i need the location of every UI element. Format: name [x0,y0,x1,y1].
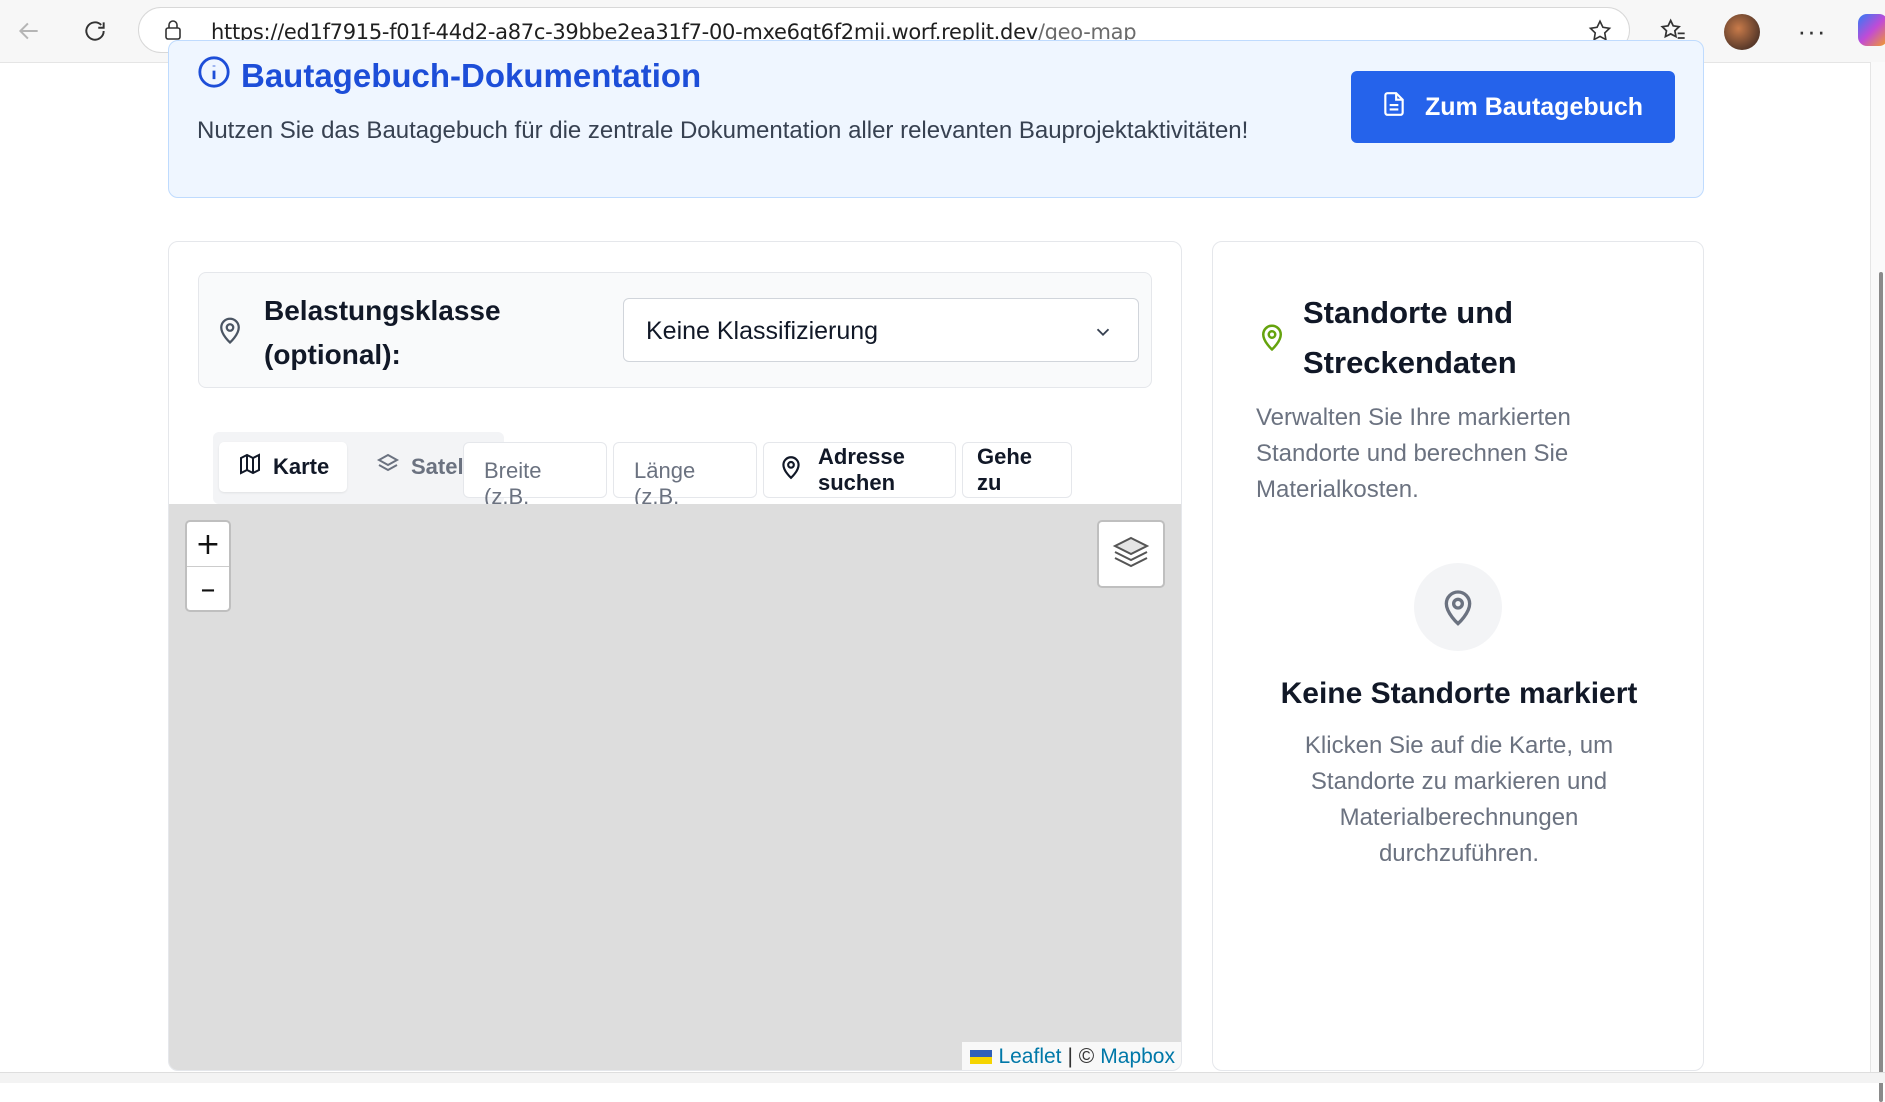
empty-state-title: Keine Standorte markiert [1280,677,1638,710]
banner-title: Bautagebuch-Dokumentation [197,55,701,97]
bautagebuch-banner: Bautagebuch-Dokumentation Nutzen Sie das… [168,40,1704,198]
attribution-separator: | © [1067,1045,1095,1068]
address-search-label: Adresse suchen [818,444,905,495]
map-attribution: Leaflet | © Mapbox [962,1042,1181,1070]
open-bautagebuch-button[interactable]: Zum Bautagebuch [1351,71,1675,143]
zoom-in-button[interactable]: + [187,522,229,567]
page-scrollbar[interactable] [1870,62,1885,1102]
mapbox-link[interactable]: Mapbox [1100,1045,1175,1069]
locations-description: Verwalten Sie Ihre markierten Standorte … [1256,404,1571,503]
classification-selected-value: Keine Klassifizierung [646,317,879,345]
map-canvas[interactable]: + – Leaflet | © Mapbox [169,504,1181,1070]
address-search-button[interactable]: Adresse suchen [763,442,956,498]
locations-title: Standorte und Streckendaten [1303,295,1517,380]
map-type-toggle: Karte Satellit [213,432,504,504]
map-pin-icon [215,313,245,352]
map-card: Belastungsklasse (optional): Keine Klass… [168,241,1182,1071]
open-bautagebuch-label: Zum Bautagebuch [1425,92,1644,121]
info-icon [197,55,231,97]
profile-avatar[interactable] [1724,14,1760,50]
tab-karte[interactable]: Karte [219,442,348,492]
banner-text: Nutzen Sie das Bautagebuch für die zentr… [197,117,1249,144]
goto-label: Gehe zu [977,444,1033,495]
map-pin-icon [1257,320,1287,359]
more-icon[interactable]: ··· [1795,14,1829,48]
map-pin-icon [778,453,804,487]
banner-title-text: Bautagebuch-Dokumentation [241,57,702,94]
ukraine-flag-icon [970,1050,993,1064]
layer-switcher-button[interactable] [1097,520,1165,588]
back-icon[interactable] [12,14,46,48]
copilot-icon[interactable] [1858,14,1885,46]
map-toolbar: Karte Satellit Breite (z.B. Länge (z.B. … [213,432,1181,509]
map-icon [237,452,263,482]
classification-box: Belastungsklasse (optional): Keine Klass… [198,272,1152,388]
zoom-control: + – [185,520,231,612]
zoom-out-button[interactable]: – [187,567,229,610]
scroll-thumb[interactable] [1879,272,1883,1102]
tab-karte-label: Karte [273,454,330,479]
empty-state-text: Klicken Sie auf die Karte, um Standorte … [1304,732,1614,867]
window-bottom-edge [0,1072,1885,1083]
document-icon [1381,90,1407,125]
empty-state-icon [1414,563,1502,651]
reload-icon[interactable] [78,14,112,48]
layers-icon [1111,534,1151,575]
classification-label: Belastungsklasse (optional): [264,295,501,370]
classification-select[interactable]: Keine Klassifizierung [623,298,1139,362]
longitude-input[interactable]: Länge (z.B. [613,442,757,509]
leaflet-link[interactable]: Leaflet [998,1045,1061,1069]
latitude-input[interactable]: Breite (z.B. [463,442,607,509]
locations-card: Standorte und Streckendaten Verwalten Si… [1212,241,1704,1071]
chevron-down-icon [1092,321,1114,350]
goto-button[interactable]: Gehe zu [962,442,1072,498]
layers-icon [375,452,401,482]
